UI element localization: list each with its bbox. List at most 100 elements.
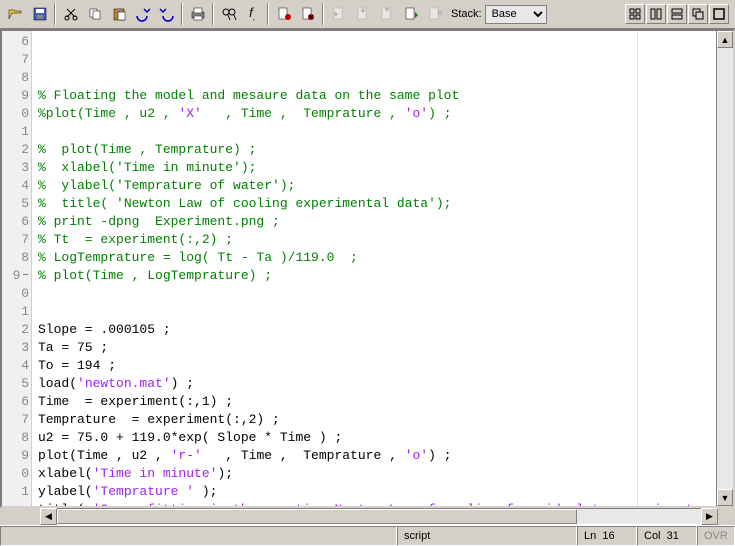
maximize-icon[interactable] — [709, 4, 729, 24]
stack-label: Stack: — [451, 8, 482, 20]
code-line[interactable]: % plot(Time , Temprature) ; — [38, 141, 710, 159]
code-line[interactable]: Ta = 75 ; — [38, 339, 710, 357]
exit-debug-icon[interactable] — [423, 3, 446, 26]
line-number: 8 — [2, 249, 31, 267]
code-line[interactable]: Slope = .000105 ; — [38, 321, 710, 339]
cut-icon[interactable] — [59, 3, 82, 26]
line-number: 6 — [2, 213, 31, 231]
line-number: 1 — [2, 303, 31, 321]
run-icon[interactable] — [399, 3, 422, 26]
code-line[interactable]: % print -dpng Experiment.png ; — [38, 213, 710, 231]
code-line[interactable] — [38, 285, 710, 303]
toolbar-separator — [54, 3, 56, 25]
scroll-track[interactable] — [717, 48, 733, 489]
scroll-left-icon[interactable]: ◀ — [40, 508, 57, 525]
line-number: 6 — [2, 393, 31, 411]
code-line[interactable]: load('newton.mat') ; — [38, 375, 710, 393]
editor-area: 67890123456789−012345678901 % Floating t… — [0, 29, 735, 508]
code-line[interactable]: % ylabel('Temprature of water'); — [38, 177, 710, 195]
code-line[interactable]: title( 'Curve fitting in the equation Ne… — [38, 501, 710, 506]
code-line[interactable]: To = 194 ; — [38, 357, 710, 375]
stack-select[interactable]: Base — [485, 5, 547, 24]
find-icon[interactable] — [217, 3, 240, 26]
breakpoint-clear-icon[interactable] — [296, 3, 319, 26]
status-bar: script Ln 16 Col 31 OVR — [0, 525, 735, 546]
code-line[interactable]: u2 = 75.0 + 119.0*exp( Slope * Time ) ; — [38, 429, 710, 447]
scroll-down-icon[interactable]: ▼ — [717, 489, 733, 506]
line-number: 7 — [2, 51, 31, 69]
status-col: Col 31 — [637, 526, 697, 546]
scroll-thumb[interactable] — [57, 509, 577, 524]
line-number: 9 — [2, 87, 31, 105]
line-number-gutter: 67890123456789−012345678901 — [2, 31, 32, 506]
undo-icon[interactable] — [131, 3, 154, 26]
line-number: 1 — [2, 483, 31, 501]
line-number: 2 — [2, 141, 31, 159]
line-number: 5 — [2, 195, 31, 213]
code-line[interactable]: Temprature = experiment(:,2) ; — [38, 411, 710, 429]
code-line[interactable] — [38, 123, 710, 141]
horizontal-scrollbar[interactable]: ◀ ▶ — [0, 508, 735, 525]
toolbar-separator — [322, 3, 324, 25]
line-number: 4 — [2, 177, 31, 195]
step-in-icon[interactable] — [351, 3, 374, 26]
toolbar-separator — [212, 3, 214, 25]
function-icon[interactable]: f. — [241, 3, 264, 26]
code-line[interactable]: ylabel('Temprature ' ); — [38, 483, 710, 501]
window-layout-buttons — [625, 4, 729, 24]
status-ovr: OVR — [697, 526, 735, 546]
float-icon[interactable] — [688, 4, 708, 24]
paste-icon[interactable] — [107, 3, 130, 26]
status-blank — [0, 526, 397, 546]
line-number: 2 — [2, 321, 31, 339]
line-number: 4 — [2, 357, 31, 375]
code-line[interactable]: xlabel('Time in minute'); — [38, 465, 710, 483]
toolbar-separator — [181, 3, 183, 25]
print-icon[interactable] — [186, 3, 209, 26]
code-line[interactable]: % Floating the model and mesaure data on… — [38, 87, 710, 105]
line-number: 9 — [2, 447, 31, 465]
code-line[interactable]: % LogTemprature = log( Tt - Ta )/119.0 ; — [38, 249, 710, 267]
vertical-scrollbar[interactable]: ▲ ▼ — [716, 31, 733, 506]
redo-icon[interactable] — [155, 3, 178, 26]
status-type: script — [397, 526, 577, 546]
line-number: 5 — [2, 375, 31, 393]
line-number: 8 — [2, 429, 31, 447]
line-number: 8 — [2, 69, 31, 87]
toolbar: f. Stack: Base — [0, 0, 735, 29]
copy-icon[interactable] — [83, 3, 106, 26]
save-icon[interactable] — [28, 3, 51, 26]
line-number: 7 — [2, 231, 31, 249]
code-line[interactable]: % plot(Time , LogTemprature) ; — [38, 267, 710, 285]
line-number: 0 — [2, 105, 31, 123]
tile-vertical-icon[interactable] — [646, 4, 666, 24]
open-icon[interactable] — [4, 3, 27, 26]
code-line[interactable] — [38, 303, 710, 321]
margin-line — [637, 31, 638, 506]
code-line[interactable]: %plot(Time , u2 , 'X' , Time , Tempratur… — [38, 105, 710, 123]
line-number: 3 — [2, 159, 31, 177]
scroll-up-icon[interactable]: ▲ — [717, 31, 733, 48]
line-number: 0 — [2, 285, 31, 303]
line-number: 6 — [2, 33, 31, 51]
step-out-icon[interactable] — [375, 3, 398, 26]
step-icon[interactable] — [327, 3, 350, 26]
code-line[interactable]: % xlabel('Time in minute'); — [38, 159, 710, 177]
breakpoint-set-icon[interactable] — [272, 3, 295, 26]
line-number: 9− — [2, 267, 31, 285]
line-number: 3 — [2, 339, 31, 357]
tile-horizontal-icon[interactable] — [667, 4, 687, 24]
code-line[interactable]: % title( 'Newton Law of cooling experime… — [38, 195, 710, 213]
code-line[interactable]: plot(Time , u2 , 'r-' , Time , Tempratur… — [38, 447, 710, 465]
tile-grid-icon[interactable] — [625, 4, 645, 24]
line-number: 0 — [2, 465, 31, 483]
scroll-track[interactable] — [57, 508, 701, 525]
toolbar-separator — [267, 3, 269, 25]
line-number: 1 — [2, 123, 31, 141]
code-line[interactable]: % Tt = experiment(:,2) ; — [38, 231, 710, 249]
code-editor[interactable]: % Floating the model and mesaure data on… — [32, 31, 716, 506]
code-line[interactable]: Time = experiment(:,1) ; — [38, 393, 710, 411]
line-number: 7 — [2, 411, 31, 429]
scroll-right-icon[interactable]: ▶ — [701, 508, 718, 525]
status-line: Ln 16 — [577, 526, 637, 546]
